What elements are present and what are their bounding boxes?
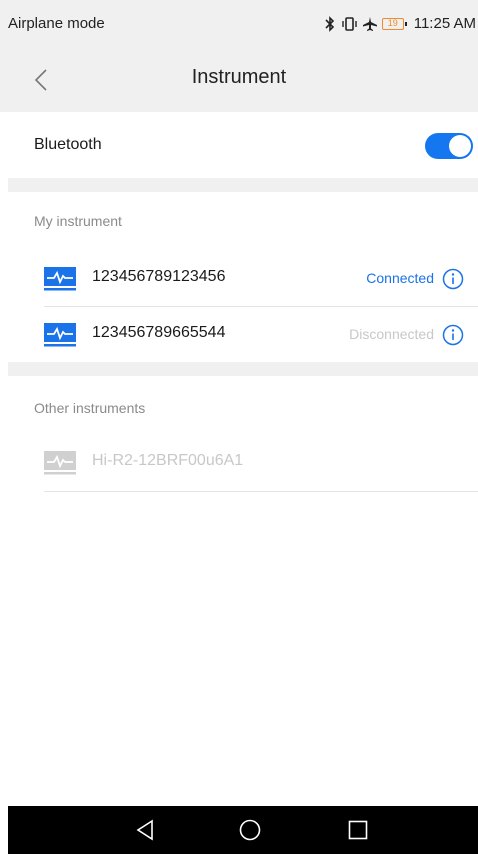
instrument-status: Disconnected (349, 326, 434, 342)
bluetooth-toggle[interactable] (425, 133, 473, 159)
page-title: Instrument (191, 66, 287, 88)
ecg-device-icon (44, 323, 76, 347)
my-instrument-header: My instrument (34, 213, 122, 229)
bluetooth-icon (325, 15, 334, 32)
section-divider (8, 178, 478, 192)
other-instruments-header: Other instruments (34, 400, 146, 416)
status-bar: Airplane mode 19 11:25 AM (0, 0, 478, 48)
system-nav-bar (8, 806, 478, 854)
toggle-knob (449, 135, 471, 157)
ecg-device-icon (44, 451, 76, 475)
bluetooth-label: Bluetooth (34, 136, 102, 153)
vibrate-icon (342, 16, 357, 31)
section-divider (8, 362, 478, 376)
top-app-bar: Instrument (0, 48, 478, 112)
nav-home-icon[interactable] (238, 818, 262, 842)
instrument-name: 123456789665544 (92, 324, 226, 341)
battery-icon: 19 (381, 17, 407, 30)
nav-back-icon[interactable] (134, 818, 158, 842)
airplane-icon (362, 16, 377, 31)
other-instrument-row[interactable]: Hi-R2-12BRF00u6A1 (44, 435, 478, 491)
info-icon[interactable] (442, 324, 464, 346)
status-icons: 19 11:25 AM (324, 15, 476, 32)
instrument-row-2[interactable]: 123456789665544 Disconnected (44, 307, 478, 363)
ecg-device-icon (44, 267, 76, 291)
row-divider (44, 491, 478, 492)
instrument-status: Connected (366, 270, 434, 286)
nav-recents-icon[interactable] (346, 818, 370, 842)
airplane-mode-label: Airplane mode (8, 15, 105, 32)
instrument-name: 123456789123456 (92, 268, 226, 285)
info-icon[interactable] (442, 268, 464, 290)
bluetooth-row: Bluetooth (0, 112, 478, 178)
status-time: 11:25 AM (413, 15, 476, 32)
instrument-name: Hi-R2-12BRF00u6A1 (92, 452, 244, 469)
instrument-row-1[interactable]: 123456789123456 Connected (44, 251, 478, 307)
